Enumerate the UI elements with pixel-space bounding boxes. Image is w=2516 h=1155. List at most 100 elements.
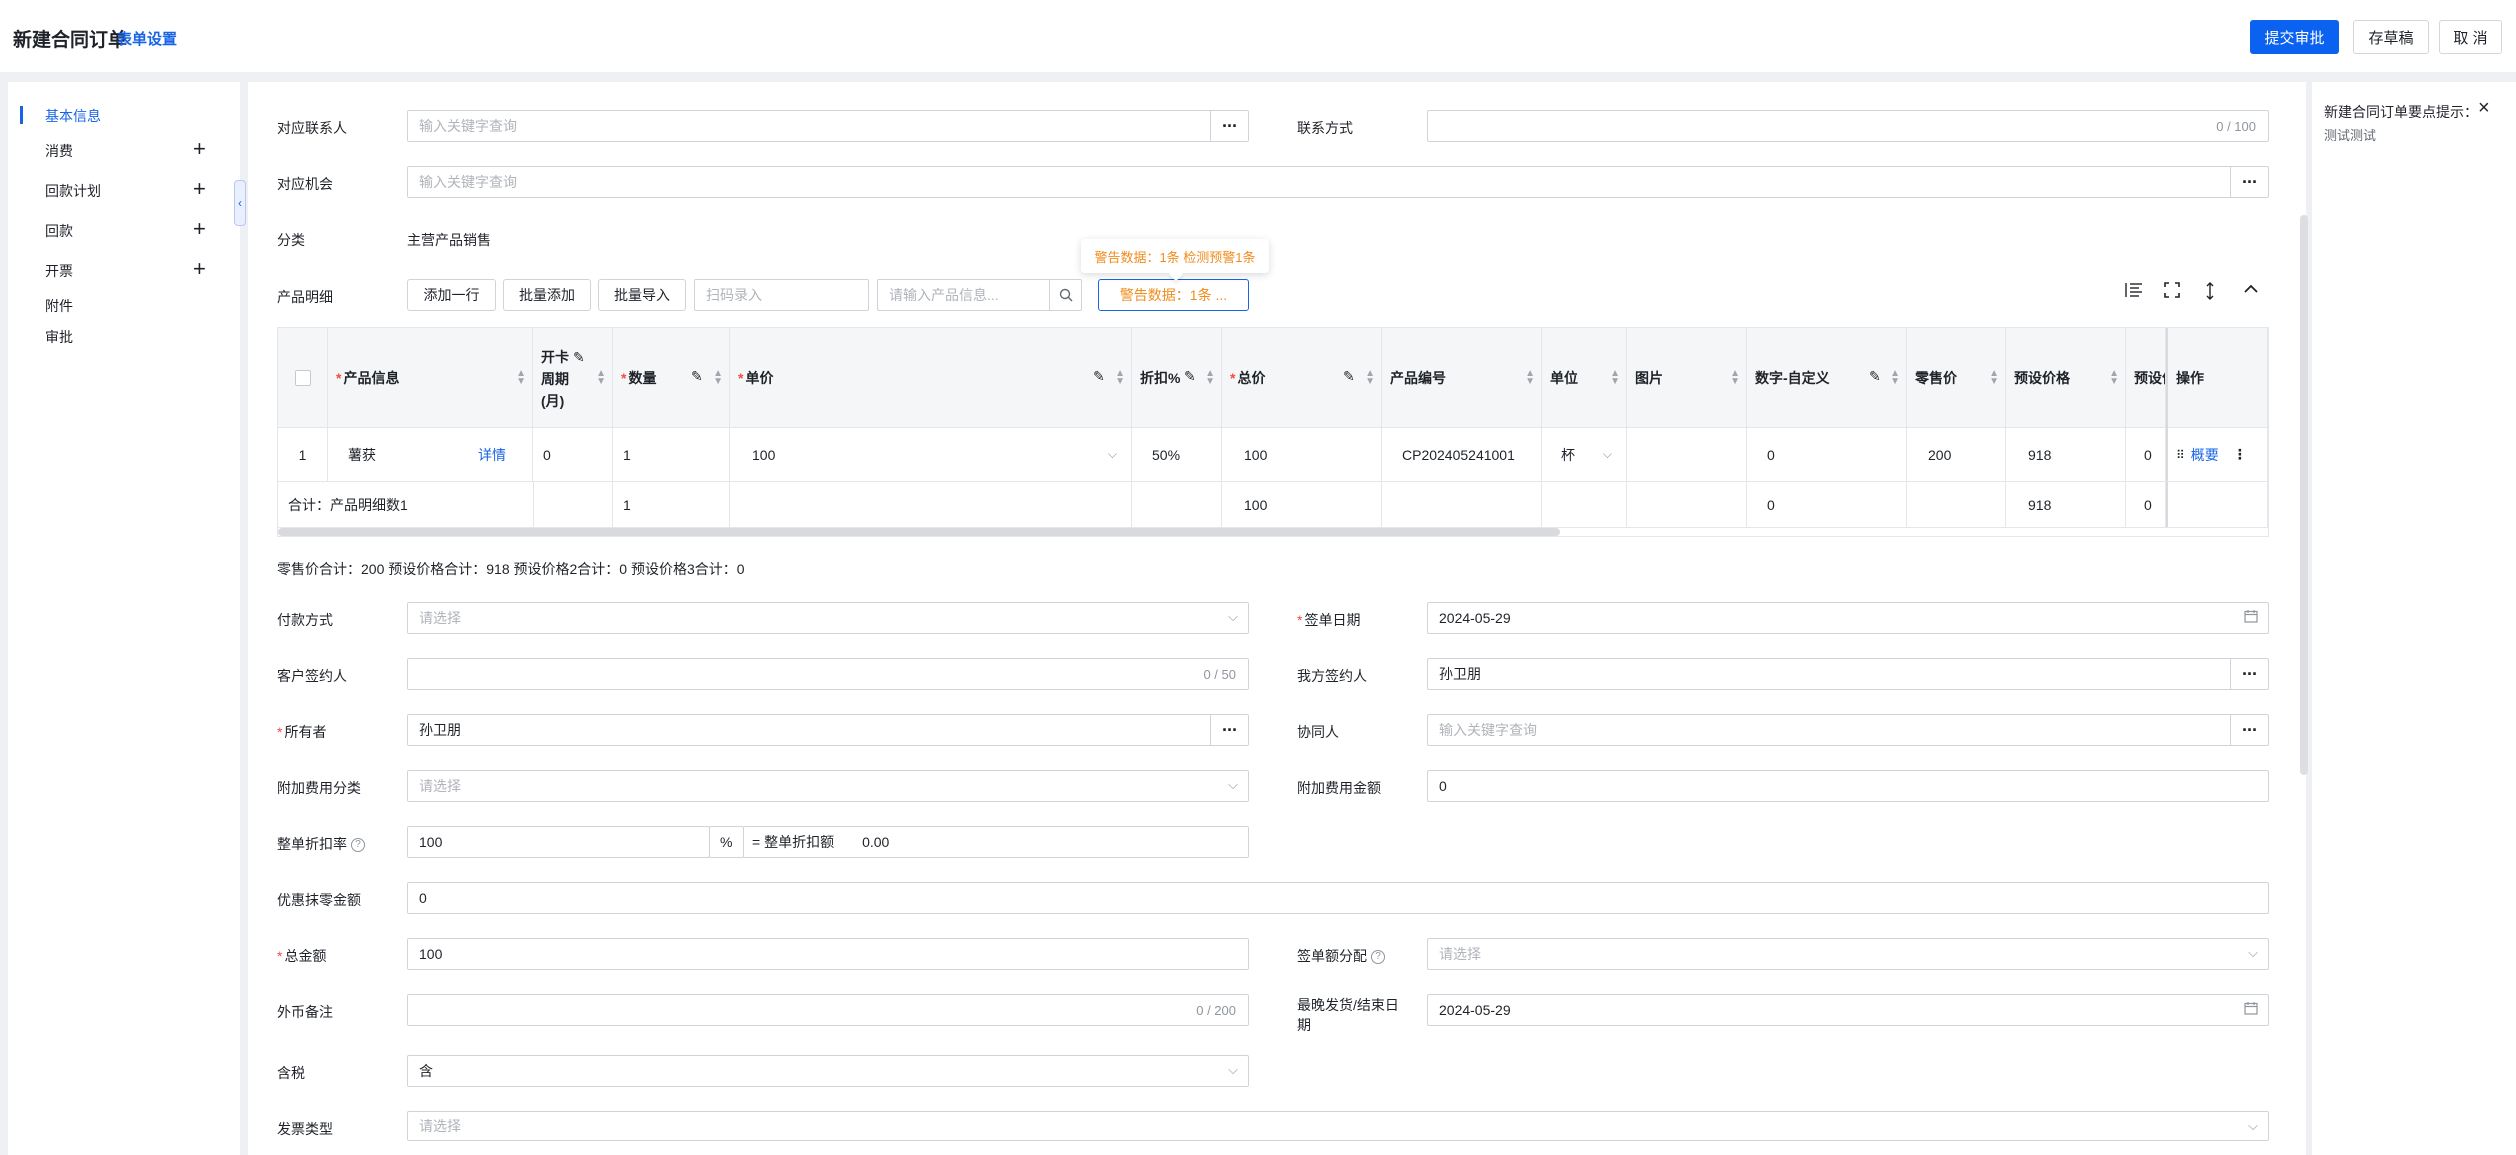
th-product-info[interactable]: 产品信息 ▲▼	[328, 328, 533, 428]
th-total-price[interactable]: 总价 ✎ ▲▼	[1222, 328, 1382, 428]
summary-link[interactable]: 概要	[2191, 445, 2219, 465]
quantity-cell[interactable]: 1	[613, 428, 730, 481]
edit-icon[interactable]: ✎	[1093, 368, 1105, 385]
customer-signer-input[interactable]: 0 / 50	[407, 658, 1249, 690]
sort-icon[interactable]: ▲ ▼	[596, 369, 606, 387]
more-vertical-icon[interactable]: ⋮	[2233, 446, 2247, 463]
collaborator-input[interactable]: 输入关键字查询 ···	[1427, 714, 2269, 746]
close-icon[interactable]: ×	[2478, 97, 2490, 120]
th-unit[interactable]: 单位 ▲ ▼	[1542, 328, 1627, 428]
our-signer-input[interactable]: 孙卫朋 ···	[1427, 658, 2269, 690]
row-height-icon[interactable]	[2205, 282, 2215, 305]
open-card-period-cell[interactable]: 0	[533, 428, 613, 481]
batch-add-button[interactable]: 批量添加	[503, 279, 591, 311]
owner-more-icon[interactable]: ···	[1210, 715, 1248, 745]
column-settings-icon[interactable]	[2125, 282, 2143, 303]
chevron-down-icon[interactable]: ⌵	[1603, 447, 1612, 462]
rounding-input[interactable]: 0	[407, 882, 2269, 914]
number-custom-cell[interactable]: 0	[1747, 428, 1907, 481]
nav-item-payment[interactable]: 回款	[45, 221, 73, 241]
sign-amount-allocation-select[interactable]: 请选择 ⌵	[1427, 938, 2269, 970]
contact-more-icon[interactable]: ···	[1210, 111, 1248, 141]
sign-date-picker[interactable]: 2024-05-29	[1427, 602, 2269, 634]
contact-input[interactable]: 输入关键字查询 ···	[407, 110, 1249, 142]
nav-item-invoice[interactable]: 开票	[45, 261, 73, 281]
discount-cell[interactable]: 50%	[1132, 428, 1222, 481]
tax-included-select[interactable]: 含 ⌵	[407, 1055, 1249, 1087]
th-open-card-period[interactable]: 开卡周期(月) ✎ ▲ ▼	[533, 328, 613, 428]
extra-fee-category-select[interactable]: 请选择 ⌵	[407, 770, 1249, 802]
th-preset-price-2[interactable]: 预设价	[2126, 328, 2166, 428]
select-all-checkbox[interactable]	[294, 370, 311, 386]
chevron-left-icon[interactable]: ‹	[234, 180, 246, 226]
chevron-down-icon[interactable]: ⌵	[1108, 447, 1117, 462]
scan-input[interactable]: 扫码录入	[694, 279, 869, 311]
sort-icon[interactable]: ▲ ▼	[1205, 369, 1215, 387]
product-search-input[interactable]: 请输入产品信息...	[877, 279, 1082, 311]
unit-cell[interactable]: 杯 ⌵	[1542, 428, 1627, 481]
edit-icon[interactable]: ✎	[1869, 368, 1881, 385]
th-number-custom[interactable]: 数字-自定义 ✎ ▲ ▼	[1747, 328, 1907, 428]
total-amount-input[interactable]: 100	[407, 938, 1249, 970]
search-icon[interactable]	[1049, 280, 1081, 310]
edit-icon[interactable]: ✎	[573, 346, 585, 368]
add-consumption-plus-icon[interactable]: +	[193, 138, 206, 160]
sort-icon[interactable]: ▲ ▼	[2109, 369, 2119, 387]
horizontal-scrollbar[interactable]	[278, 528, 1560, 536]
foreign-currency-note-input[interactable]: 0 / 200	[407, 994, 1249, 1026]
th-product-code[interactable]: 产品编号 ▲ ▼	[1382, 328, 1542, 428]
nav-item-attachment[interactable]: 附件	[45, 296, 73, 316]
our-signer-more-icon[interactable]: ···	[2230, 659, 2268, 689]
calendar-icon[interactable]	[2244, 609, 2258, 626]
owner-input[interactable]: 孙卫朋 ···	[407, 714, 1249, 746]
calendar-icon[interactable]	[2244, 1001, 2258, 1018]
add-payment-plus-icon[interactable]: +	[193, 218, 206, 240]
add-invoice-plus-icon[interactable]: +	[193, 258, 206, 280]
th-discount[interactable]: 折扣% ✎ ▲ ▼	[1132, 328, 1222, 428]
th-preset-price[interactable]: 预设价格 ▲ ▼	[2006, 328, 2126, 428]
warning-data-button[interactable]: 警告数据：1条 ...	[1098, 279, 1249, 311]
save-draft-button[interactable]: 存草稿	[2353, 20, 2429, 54]
sort-icon[interactable]: ▲ ▼	[1730, 369, 1740, 387]
unit-price-cell[interactable]: 100 ⌵	[730, 428, 1132, 481]
extra-fee-amount-input[interactable]: 0	[1427, 770, 2269, 802]
vertical-scrollbar[interactable]	[2300, 215, 2308, 775]
opportunity-more-icon[interactable]: ···	[2230, 167, 2268, 197]
th-unit-price[interactable]: 单价 ✎ ▲▼	[730, 328, 1132, 428]
sort-icon[interactable]: ▲ ▼	[1365, 369, 1375, 387]
th-retail-price[interactable]: 零售价 ▲ ▼	[1907, 328, 2006, 428]
chevron-up-icon[interactable]	[2243, 282, 2259, 300]
total-price-cell[interactable]: 100	[1222, 428, 1382, 481]
help-icon[interactable]: ?	[1371, 950, 1385, 965]
discount-rate-input[interactable]: 100	[407, 826, 710, 858]
sort-icon[interactable]: ▲ ▼	[1115, 369, 1125, 387]
nav-item-payment-plan[interactable]: 回款计划	[45, 181, 101, 201]
edit-icon[interactable]: ✎	[1184, 368, 1196, 385]
invoice-type-select[interactable]: 请选择 ⌵	[407, 1111, 2269, 1141]
sort-icon[interactable]: ▲ ▼	[516, 369, 526, 387]
th-quantity[interactable]: 数量 ✎ ▲▼	[613, 328, 730, 428]
latest-ship-date-picker[interactable]: 2024-05-29	[1427, 994, 2269, 1026]
sort-icon[interactable]: ▲ ▼	[1610, 369, 1620, 387]
payment-method-select[interactable]: 请选择 ⌵	[407, 602, 1249, 634]
cancel-button[interactable]: 取 消	[2439, 20, 2502, 54]
submit-approval-button[interactable]: 提交审批	[2250, 20, 2339, 54]
add-payment-plan-plus-icon[interactable]: +	[193, 178, 206, 200]
drag-handle-icon[interactable]: ⠿	[2176, 448, 2185, 462]
edit-icon[interactable]: ✎	[691, 368, 703, 385]
edit-icon[interactable]: ✎	[1343, 368, 1355, 385]
sort-icon[interactable]: ▲ ▼	[1890, 369, 1900, 387]
collaborator-more-icon[interactable]: ···	[2230, 715, 2268, 745]
nav-item-consumption[interactable]: 消费	[45, 141, 73, 161]
product-detail-link[interactable]: 详情	[478, 445, 506, 465]
add-row-button[interactable]: 添加一行	[407, 279, 496, 311]
image-cell[interactable]	[1627, 428, 1747, 481]
batch-import-button[interactable]: 批量导入	[598, 279, 686, 311]
fullscreen-icon[interactable]	[2164, 282, 2180, 303]
opportunity-input[interactable]: 输入关键字查询 ···	[407, 166, 2269, 198]
sort-icon[interactable]: ▲ ▼	[713, 369, 723, 387]
th-image[interactable]: 图片 ▲ ▼	[1627, 328, 1747, 428]
product-cell[interactable]: 薯获 详情	[328, 428, 533, 481]
sort-icon[interactable]: ▲ ▼	[1525, 369, 1535, 387]
nav-item-basic-info[interactable]: 基本信息	[45, 106, 101, 126]
